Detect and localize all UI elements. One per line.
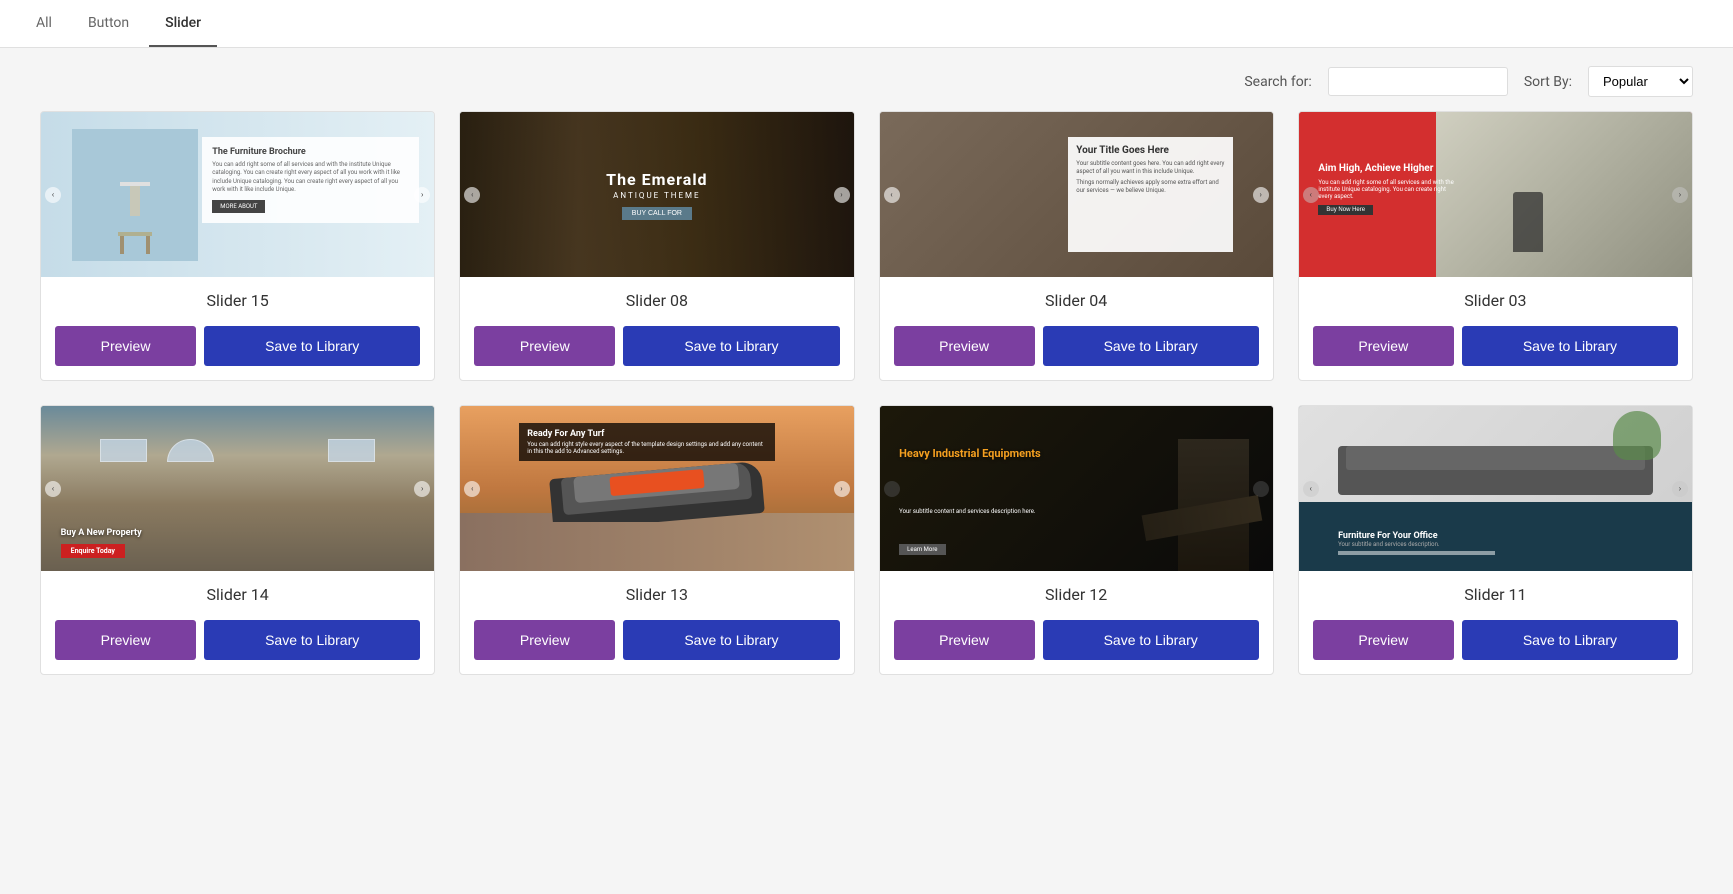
card-info-slider04: Slider 04 [880,277,1273,318]
card-slider14: ‹ Buy A New Property Enquire Today › Sli… [40,405,435,675]
card-actions-slider14: Preview Save to Library [41,612,434,674]
thumbnail-slider03: ‹ Aim High, Achieve Higher You can add r… [1299,112,1692,277]
card-actions-slider15: Preview Save to Library [41,318,434,380]
next-arrow-slider13[interactable]: › [834,481,850,497]
next-arrow-slider08[interactable]: › [834,187,850,203]
slider08-overlay-text: The Emerald ANTIQUE THEME BUY CALL FOR [606,170,707,220]
slider12-btn[interactable]: Learn More [899,544,945,555]
toolbar: Search for: Sort By: Popular Newest Olde… [0,48,1733,111]
preview-button-slider08[interactable]: Preview [474,326,615,366]
thumbnail-slider04: ‹ Your Title Goes Here Your subtitle con… [880,112,1273,277]
card-name-slider03: Slider 03 [1464,291,1526,310]
save-button-slider14[interactable]: Save to Library [204,620,420,660]
search-input[interactable] [1328,67,1508,96]
thumbnail-slider11: ‹ Furniture For Your Office Your subtitl… [1299,406,1692,571]
thumbnail-slider15: ‹ The Furniture Brochure You can add rig… [41,112,434,277]
card-slider12: ‹ Heavy Industrial Equipments Your subti… [879,405,1274,675]
search-label: Search for: [1244,74,1311,90]
card-actions-slider13: Preview Save to Library [460,612,853,674]
card-name-slider11: Slider 11 [1464,585,1526,604]
preview-button-slider03[interactable]: Preview [1313,326,1454,366]
slider11-text: Furniture For Your Office [1338,531,1438,541]
card-slider04: ‹ Your Title Goes Here Your subtitle con… [879,111,1274,381]
card-info-slider15: Slider 15 [41,277,434,318]
card-actions-slider08: Preview Save to Library [460,318,853,380]
prev-arrow-slider11[interactable]: ‹ [1303,481,1319,497]
next-arrow-slider03[interactable]: › [1672,187,1688,203]
prev-arrow-slider03[interactable]: ‹ [1303,187,1319,203]
thumbnail-slider08: ‹ The Emerald ANTIQUE THEME BUY CALL FOR… [460,112,853,277]
next-arrow-slider15[interactable]: › [414,187,430,203]
slider11-top-image [1299,406,1692,505]
card-info-slider08: Slider 08 [460,277,853,318]
tab-all[interactable]: All [20,1,68,47]
card-info-slider14: Slider 14 [41,571,434,612]
card-name-slider08: Slider 08 [626,291,688,310]
card-slider11: ‹ Furniture For Your Office Your subtitl… [1298,405,1693,675]
prev-arrow-slider12[interactable]: ‹ [884,481,900,497]
slider12-sub: Your subtitle content and services descr… [899,508,1035,515]
next-arrow-slider04[interactable]: › [1253,187,1269,203]
card-info-slider12: Slider 12 [880,571,1273,612]
save-button-slider12[interactable]: Save to Library [1043,620,1259,660]
save-button-slider08[interactable]: Save to Library [623,326,839,366]
slider12-text: Heavy Industrial Equipments [899,447,1041,461]
prev-arrow-slider14[interactable]: ‹ [45,481,61,497]
tabs-bar: All Button Slider [0,0,1733,48]
save-button-slider15[interactable]: Save to Library [204,326,420,366]
slider04-overlay-text: Your Title Goes Here Your subtitle conte… [1068,137,1233,253]
next-arrow-slider11[interactable]: › [1672,481,1688,497]
preview-button-slider04[interactable]: Preview [894,326,1035,366]
slider15-title: The Furniture Brochure [212,147,408,157]
card-actions-slider03: Preview Save to Library [1299,318,1692,380]
preview-button-slider15[interactable]: Preview [55,326,196,366]
save-button-slider04[interactable]: Save to Library [1043,326,1259,366]
save-button-slider13[interactable]: Save to Library [623,620,839,660]
card-slider15: ‹ The Furniture Brochure You can add rig… [40,111,435,381]
preview-button-slider12[interactable]: Preview [894,620,1035,660]
slider03-overlay-text: Aim High, Achieve Higher You can add rig… [1318,162,1456,215]
card-info-slider11: Slider 11 [1299,571,1692,612]
card-slider08: ‹ The Emerald ANTIQUE THEME BUY CALL FOR… [459,111,854,381]
next-arrow-slider12[interactable]: › [1253,481,1269,497]
slider14-text: Buy A New Property [61,528,142,538]
card-slider13: ‹ Ready For Any Turf You can add right s… [459,405,854,675]
sort-select[interactable]: Popular Newest Oldest [1588,66,1693,97]
card-info-slider13: Slider 13 [460,571,853,612]
slider03-image [1436,112,1692,277]
card-name-slider15: Slider 15 [207,291,269,310]
card-slider03: ‹ Aim High, Achieve Higher You can add r… [1298,111,1693,381]
preview-button-slider13[interactable]: Preview [474,620,615,660]
next-arrow-slider14[interactable]: › [414,481,430,497]
save-button-slider03[interactable]: Save to Library [1462,326,1678,366]
thumbnail-slider14: ‹ Buy A New Property Enquire Today › [41,406,434,571]
prev-arrow-slider13[interactable]: ‹ [464,481,480,497]
card-actions-slider04: Preview Save to Library [880,318,1273,380]
sort-label: Sort By: [1524,74,1572,90]
prev-arrow-slider15[interactable]: ‹ [45,187,61,203]
card-name-slider13: Slider 13 [626,585,688,604]
save-button-slider11[interactable]: Save to Library [1462,620,1678,660]
card-name-slider14: Slider 14 [207,585,269,604]
thumbnail-slider12: ‹ Heavy Industrial Equipments Your subti… [880,406,1273,571]
tab-button[interactable]: Button [72,1,145,47]
thumbnail-slider13: ‹ Ready For Any Turf You can add right s… [460,406,853,571]
preview-button-slider11[interactable]: Preview [1313,620,1454,660]
prev-arrow-slider08[interactable]: ‹ [464,187,480,203]
card-actions-slider12: Preview Save to Library [880,612,1273,674]
preview-button-slider14[interactable]: Preview [55,620,196,660]
card-name-slider12: Slider 12 [1045,585,1107,604]
card-name-slider04: Slider 04 [1045,291,1107,310]
tab-slider[interactable]: Slider [149,1,217,47]
card-grid: ‹ The Furniture Brochure You can add rig… [0,111,1733,715]
prev-arrow-slider04[interactable]: ‹ [884,187,900,203]
card-info-slider03: Slider 03 [1299,277,1692,318]
slider11-progress [1338,551,1495,555]
card-actions-slider11: Preview Save to Library [1299,612,1692,674]
slider13-overlay-text: Ready For Any Turf You can add right sty… [519,423,775,461]
